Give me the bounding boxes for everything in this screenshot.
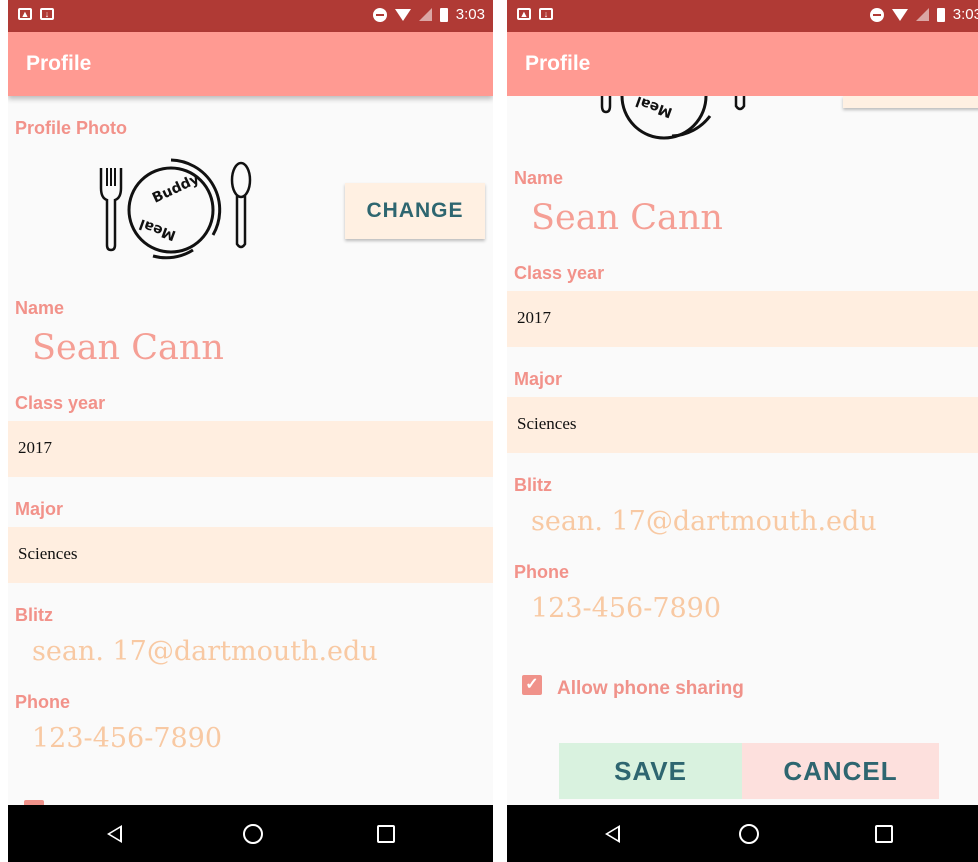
cancel-button[interactable]: CANCEL	[742, 743, 939, 799]
blitz-value[interactable]: sean. 17@dartmouth.edu	[32, 636, 378, 667]
blitz-label: Blitz	[15, 605, 53, 625]
do-not-disturb-icon	[372, 7, 387, 22]
class-year-field[interactable]: 2017	[8, 421, 493, 477]
wifi-icon	[394, 8, 411, 21]
profile-photo-label: Profile Photo	[15, 118, 127, 138]
home-icon[interactable]	[243, 824, 263, 844]
back-icon[interactable]	[107, 825, 122, 843]
recents-icon[interactable]	[875, 825, 893, 843]
nav-bar	[507, 805, 978, 862]
class-year-label: Class year	[514, 263, 605, 283]
no-signal-icon	[915, 8, 929, 21]
class-year-value: 2017	[517, 308, 551, 327]
app-bar: Profile	[8, 32, 493, 96]
phone-label: Phone	[514, 562, 570, 582]
download-icon: ↓	[40, 8, 54, 20]
nav-bar	[8, 805, 493, 862]
class-year-value: 2017	[18, 438, 52, 457]
wifi-icon	[891, 8, 908, 21]
recents-icon[interactable]	[377, 825, 395, 843]
major-value: Sciences	[18, 544, 78, 563]
home-icon[interactable]	[739, 824, 759, 844]
major-label: Major	[15, 499, 64, 519]
class-year-label: Class year	[15, 393, 106, 413]
change-photo-button-partial[interactable]	[843, 96, 978, 108]
phone-label: Phone	[15, 692, 71, 712]
phone-screen-right: Meal ▲ ↓ 3:03 Profile Name Sean Cann Cla…	[507, 0, 978, 862]
allow-phone-sharing-label[interactable]: Allow phone sharing	[557, 678, 744, 700]
major-label: Major	[514, 369, 563, 389]
change-photo-button[interactable]: CHANGE	[345, 183, 485, 239]
major-value: Sciences	[517, 414, 577, 433]
blitz-label: Blitz	[514, 475, 552, 495]
page-title: Profile	[26, 52, 92, 75]
phone-value[interactable]: 123-456-7890	[531, 593, 721, 624]
major-field[interactable]: Sciences	[507, 397, 978, 453]
status-bar: ▲ ↓ 3:03	[8, 0, 493, 32]
status-time: 3:03	[952, 6, 978, 23]
logo-text-meal-partial: Meal	[634, 96, 675, 120]
name-label: Name	[15, 298, 65, 318]
major-field[interactable]: Sciences	[8, 527, 493, 583]
status-bar: ▲ ↓ 3:03	[507, 0, 978, 32]
save-button[interactable]: SAVE	[559, 743, 742, 799]
battery-icon	[936, 7, 945, 22]
do-not-disturb-icon	[869, 7, 884, 22]
meal-buddy-logo-partial: Meal	[600, 96, 746, 140]
class-year-field[interactable]: 2017	[507, 291, 978, 347]
back-icon[interactable]	[605, 825, 620, 843]
gallery-icon: ▲	[517, 8, 531, 20]
allow-phone-sharing-checkbox[interactable]: ✓	[522, 675, 542, 695]
page-title: Profile	[525, 52, 591, 75]
no-signal-icon	[418, 8, 432, 21]
logo-text-buddy: Buddy	[150, 171, 202, 207]
logo-text-meal: Meal	[137, 215, 178, 243]
blitz-value[interactable]: sean. 17@dartmouth.edu	[531, 506, 877, 537]
download-icon: ↓	[539, 8, 553, 20]
name-value[interactable]: Sean Cann	[531, 198, 723, 238]
name-label: Name	[514, 168, 564, 188]
meal-buddy-logo: Buddy Meal	[99, 158, 252, 260]
gallery-icon: ▲	[18, 8, 32, 20]
app-bar: Profile	[507, 32, 978, 96]
name-value[interactable]: Sean Cann	[32, 328, 224, 368]
battery-icon	[439, 7, 448, 22]
status-time: 3:03	[455, 6, 485, 23]
phone-screen-left: ▲ ↓ 3:03 Profile Profile Photo Buddy Mea…	[8, 0, 493, 862]
phone-value[interactable]: 123-456-7890	[32, 723, 222, 754]
